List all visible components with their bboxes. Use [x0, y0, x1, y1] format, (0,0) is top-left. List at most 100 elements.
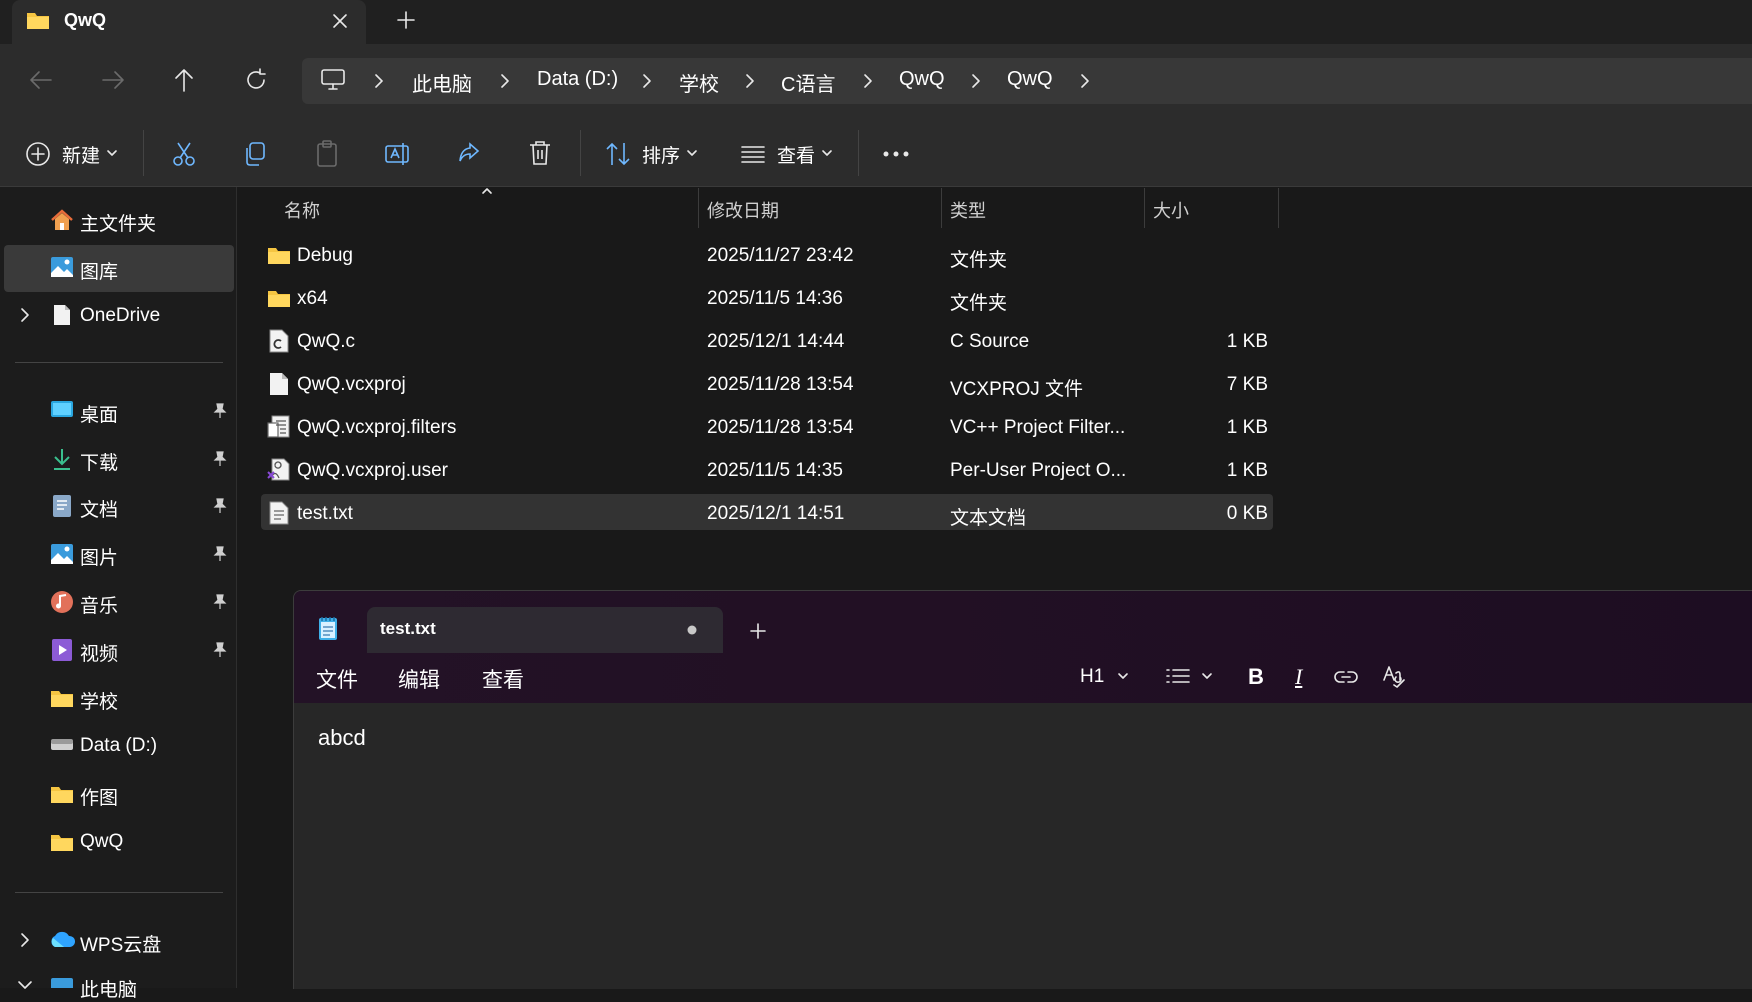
file-name[interactable]: QwQ.c: [297, 331, 355, 353]
sidebar-item-videos[interactable]: 视频: [80, 639, 118, 666]
breadcrumb-school[interactable]: 学校: [679, 68, 719, 97]
sidebar-item-wps-cloud[interactable]: WPS云盘: [80, 930, 161, 957]
pin-icon[interactable]: [213, 546, 227, 562]
file-type: VCXPROJ 文件: [950, 379, 1084, 400]
file-size: 1 KB: [1226, 417, 1268, 438]
pictures-icon: [51, 544, 73, 564]
new-tab-icon[interactable]: [396, 10, 416, 30]
pin-icon[interactable]: [213, 498, 227, 514]
file-name[interactable]: QwQ.vcxproj: [297, 374, 406, 396]
sidebar-item-gallery[interactable]: 图库: [80, 257, 118, 284]
column-divider[interactable]: [698, 188, 699, 228]
sidebar-item-documents[interactable]: 文档: [80, 495, 118, 522]
new-tab-icon[interactable]: [749, 622, 767, 640]
sidebar-item-onedrive[interactable]: OneDrive: [80, 305, 160, 327]
sidebar-item-desktop[interactable]: 桌面: [80, 400, 118, 427]
chevron-down-icon[interactable]: [1117, 671, 1129, 681]
chevron-down-icon[interactable]: [686, 148, 698, 158]
file-name[interactable]: x64: [297, 288, 328, 310]
pin-icon[interactable]: [213, 451, 227, 467]
sidebar-item-thispc[interactable]: 此电脑: [80, 975, 137, 1002]
unsaved-dot-icon[interactable]: [687, 625, 697, 635]
toolbar-divider: [143, 130, 144, 176]
chevron-right-icon[interactable]: [1078, 73, 1092, 89]
sidebar-item-qwq[interactable]: QwQ: [80, 831, 123, 853]
breadcrumb-thispc[interactable]: 此电脑: [412, 68, 472, 97]
view-icon[interactable]: [740, 144, 766, 164]
sidebar-item-music[interactable]: 音乐: [80, 591, 118, 618]
chevron-right-icon[interactable]: [640, 73, 654, 89]
new-icon[interactable]: [25, 141, 51, 167]
notepad-app-icon: [319, 617, 337, 640]
file-name[interactable]: QwQ.vcxproj.user: [297, 460, 448, 482]
sidebar-item-downloads[interactable]: 下载: [80, 448, 118, 475]
file-name[interactable]: Debug: [297, 245, 353, 267]
computer-icon: [321, 69, 345, 90]
bold-icon[interactable]: B: [1248, 664, 1264, 690]
sidebar-selection: [4, 245, 234, 292]
sidebar-item-pictures[interactable]: 图片: [80, 543, 118, 570]
new-button[interactable]: 新建: [62, 141, 100, 168]
column-header-type[interactable]: 类型: [950, 197, 986, 223]
sidebar-item-drawing[interactable]: 作图: [80, 783, 118, 810]
forward-icon[interactable]: [100, 69, 126, 91]
share-icon[interactable]: [456, 140, 482, 166]
menu-view[interactable]: 查看: [482, 664, 524, 694]
column-divider[interactable]: [1278, 188, 1279, 228]
sidebar-divider: [15, 362, 223, 363]
file-name[interactable]: QwQ.vcxproj.filters: [297, 417, 456, 439]
italic-icon[interactable]: I: [1295, 664, 1302, 690]
file-type: VC++ Project Filter...: [950, 417, 1126, 438]
delete-icon[interactable]: [528, 140, 552, 166]
view-button[interactable]: 查看: [777, 141, 815, 168]
column-header-size[interactable]: 大小: [1153, 197, 1189, 223]
rename-icon[interactable]: [384, 141, 412, 167]
chevron-down-icon[interactable]: [821, 148, 833, 158]
file-size: 7 KB: [1226, 374, 1268, 395]
chevron-right-icon[interactable]: [743, 73, 757, 89]
column-divider[interactable]: [941, 188, 942, 228]
sidebar-item-data-drive[interactable]: Data (D:): [80, 735, 157, 757]
chevron-right-icon[interactable]: [498, 73, 512, 89]
column-header-name[interactable]: 名称: [284, 197, 320, 223]
sort-button[interactable]: 排序: [642, 141, 680, 168]
back-icon[interactable]: [28, 69, 54, 91]
heading-dropdown[interactable]: H1: [1080, 666, 1104, 688]
chevron-down-icon[interactable]: [1201, 671, 1213, 681]
sidebar-item-school[interactable]: 学校: [80, 687, 118, 714]
breadcrumb-c-language[interactable]: C语言: [781, 68, 835, 97]
chevron-right-icon[interactable]: [861, 73, 875, 89]
sort-icon[interactable]: [605, 141, 631, 167]
menu-edit[interactable]: 编辑: [398, 664, 440, 694]
link-icon[interactable]: [1334, 669, 1358, 685]
pin-icon[interactable]: [213, 403, 227, 419]
paste-icon[interactable]: [315, 140, 339, 168]
breadcrumb-qwq[interactable]: QwQ: [899, 68, 945, 91]
sidebar-item-home[interactable]: 主文件夹: [80, 209, 156, 236]
collapse-chevron-icon[interactable]: [17, 980, 33, 992]
column-header-date[interactable]: 修改日期: [707, 197, 779, 223]
expand-chevron-icon[interactable]: [19, 307, 31, 323]
copy-icon[interactable]: [243, 141, 267, 167]
cut-icon[interactable]: [172, 141, 196, 167]
onedrive-file-icon: [54, 305, 70, 325]
chevron-down-icon[interactable]: [106, 148, 118, 158]
up-icon[interactable]: [172, 67, 196, 93]
chevron-right-icon[interactable]: [372, 73, 386, 89]
pin-icon[interactable]: [213, 642, 227, 658]
editor-content[interactable]: abcd: [318, 725, 366, 751]
breadcrumb-drive[interactable]: Data (D:): [537, 68, 618, 91]
pin-icon[interactable]: [213, 594, 227, 610]
expand-chevron-icon[interactable]: [19, 932, 31, 948]
refresh-icon[interactable]: [244, 68, 268, 92]
spellcheck-icon[interactable]: [1382, 664, 1406, 688]
menu-file[interactable]: 文件: [316, 664, 358, 694]
chevron-right-icon[interactable]: [969, 73, 983, 89]
close-tab-icon[interactable]: [330, 11, 350, 31]
more-options-icon[interactable]: [882, 150, 910, 158]
breadcrumb-qwq-current[interactable]: QwQ: [1007, 68, 1053, 91]
download-icon: [54, 449, 70, 470]
column-divider[interactable]: [1144, 188, 1145, 228]
list-icon[interactable]: [1166, 667, 1190, 685]
file-name[interactable]: test.txt: [297, 503, 353, 525]
